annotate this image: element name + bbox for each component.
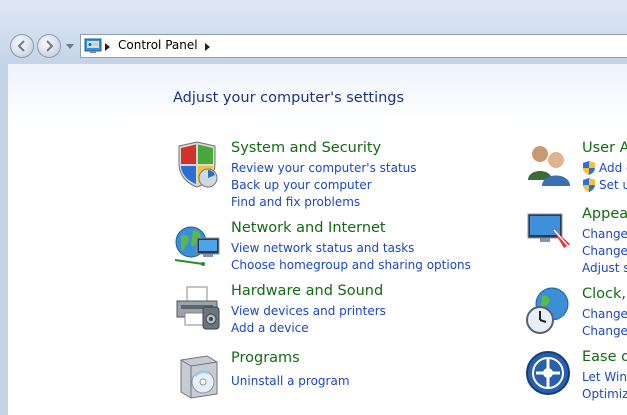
back-button[interactable] xyxy=(10,34,34,58)
forward-arrow-icon xyxy=(46,40,54,52)
control-panel-content: Adjust your computer's settings System a… xyxy=(8,64,627,415)
appearance-monitor-icon xyxy=(527,213,570,248)
link-review-status[interactable]: Review your computer's status xyxy=(231,161,417,175)
category-title[interactable]: Clock, xyxy=(582,286,626,302)
clock-globe-icon xyxy=(526,287,569,334)
category-title[interactable]: Appea xyxy=(582,206,627,222)
breadcrumb-separator-icon[interactable] xyxy=(205,43,211,51)
link-add-device[interactable]: Add a device xyxy=(231,321,309,335)
link-network-status[interactable]: View network status and tasks xyxy=(231,241,414,255)
category-ease-of-access: Ease o Let Wind Optimiz xyxy=(524,349,627,401)
link-appearance-1[interactable]: Change xyxy=(582,227,627,241)
category-programs: Programs Uninstall a program xyxy=(173,350,473,400)
uac-shield-icon xyxy=(583,161,595,175)
category-user-accounts: User A Add c Set u xyxy=(524,140,627,192)
link-devices-printers[interactable]: View devices and printers xyxy=(231,304,386,318)
category-title[interactable]: Network and Internet xyxy=(231,220,386,236)
link-appearance-3[interactable]: Adjust s xyxy=(582,261,627,275)
forward-button[interactable] xyxy=(37,34,61,58)
users-icon xyxy=(528,146,570,186)
ease-of-access-icon xyxy=(526,351,570,395)
category-network-internet: Network and Internet View network status… xyxy=(173,220,493,272)
back-arrow-icon xyxy=(17,40,25,52)
category-system-security: System and Security Review your computer… xyxy=(173,140,473,210)
link-add-user[interactable]: Add c xyxy=(599,161,627,175)
printer-icon xyxy=(176,286,220,330)
category-title[interactable]: Programs xyxy=(231,350,300,366)
navigation-toolbar: Control Panel xyxy=(0,26,627,64)
page-title: Adjust your computer's settings xyxy=(173,90,405,106)
link-find-fix[interactable]: Find and fix problems xyxy=(231,195,360,209)
category-title[interactable]: Ease o xyxy=(582,349,627,365)
shield-icon xyxy=(178,141,218,188)
category-title[interactable]: Hardware and Sound xyxy=(231,283,383,299)
uac-shield-icon xyxy=(583,178,595,192)
programs-box-icon xyxy=(180,355,218,399)
breadcrumb-separator-icon[interactable] xyxy=(105,43,111,51)
breadcrumb-control-panel[interactable]: Control Panel xyxy=(118,38,198,52)
link-appearance-2[interactable]: Change xyxy=(582,244,627,258)
link-ease-2[interactable]: Optimiz xyxy=(582,387,627,401)
globe-network-icon xyxy=(174,226,220,266)
category-appearance: Appea Change Change Adjust s xyxy=(524,206,627,276)
category-clock-region: Clock, Change Change xyxy=(524,286,627,338)
category-title[interactable]: System and Security xyxy=(231,140,381,156)
link-set-up[interactable]: Set u xyxy=(599,178,627,192)
category-title[interactable]: User A xyxy=(582,140,627,156)
link-clock-2[interactable]: Change xyxy=(582,324,627,338)
address-bar[interactable]: Control Panel xyxy=(80,34,627,58)
link-clock-1[interactable]: Change xyxy=(582,307,627,321)
category-hardware-sound: Hardware and Sound View devices and prin… xyxy=(173,283,473,335)
link-uninstall[interactable]: Uninstall a program xyxy=(231,374,350,388)
link-backup[interactable]: Back up your computer xyxy=(231,178,372,192)
control-panel-icon xyxy=(84,38,102,53)
recent-pages-dropdown-icon[interactable] xyxy=(66,44,74,50)
link-ease-1[interactable]: Let Wind xyxy=(582,370,627,384)
link-homegroup[interactable]: Choose homegroup and sharing options xyxy=(231,258,471,272)
control-panel-window: Control Panel Adjust your computer's set… xyxy=(0,0,627,415)
